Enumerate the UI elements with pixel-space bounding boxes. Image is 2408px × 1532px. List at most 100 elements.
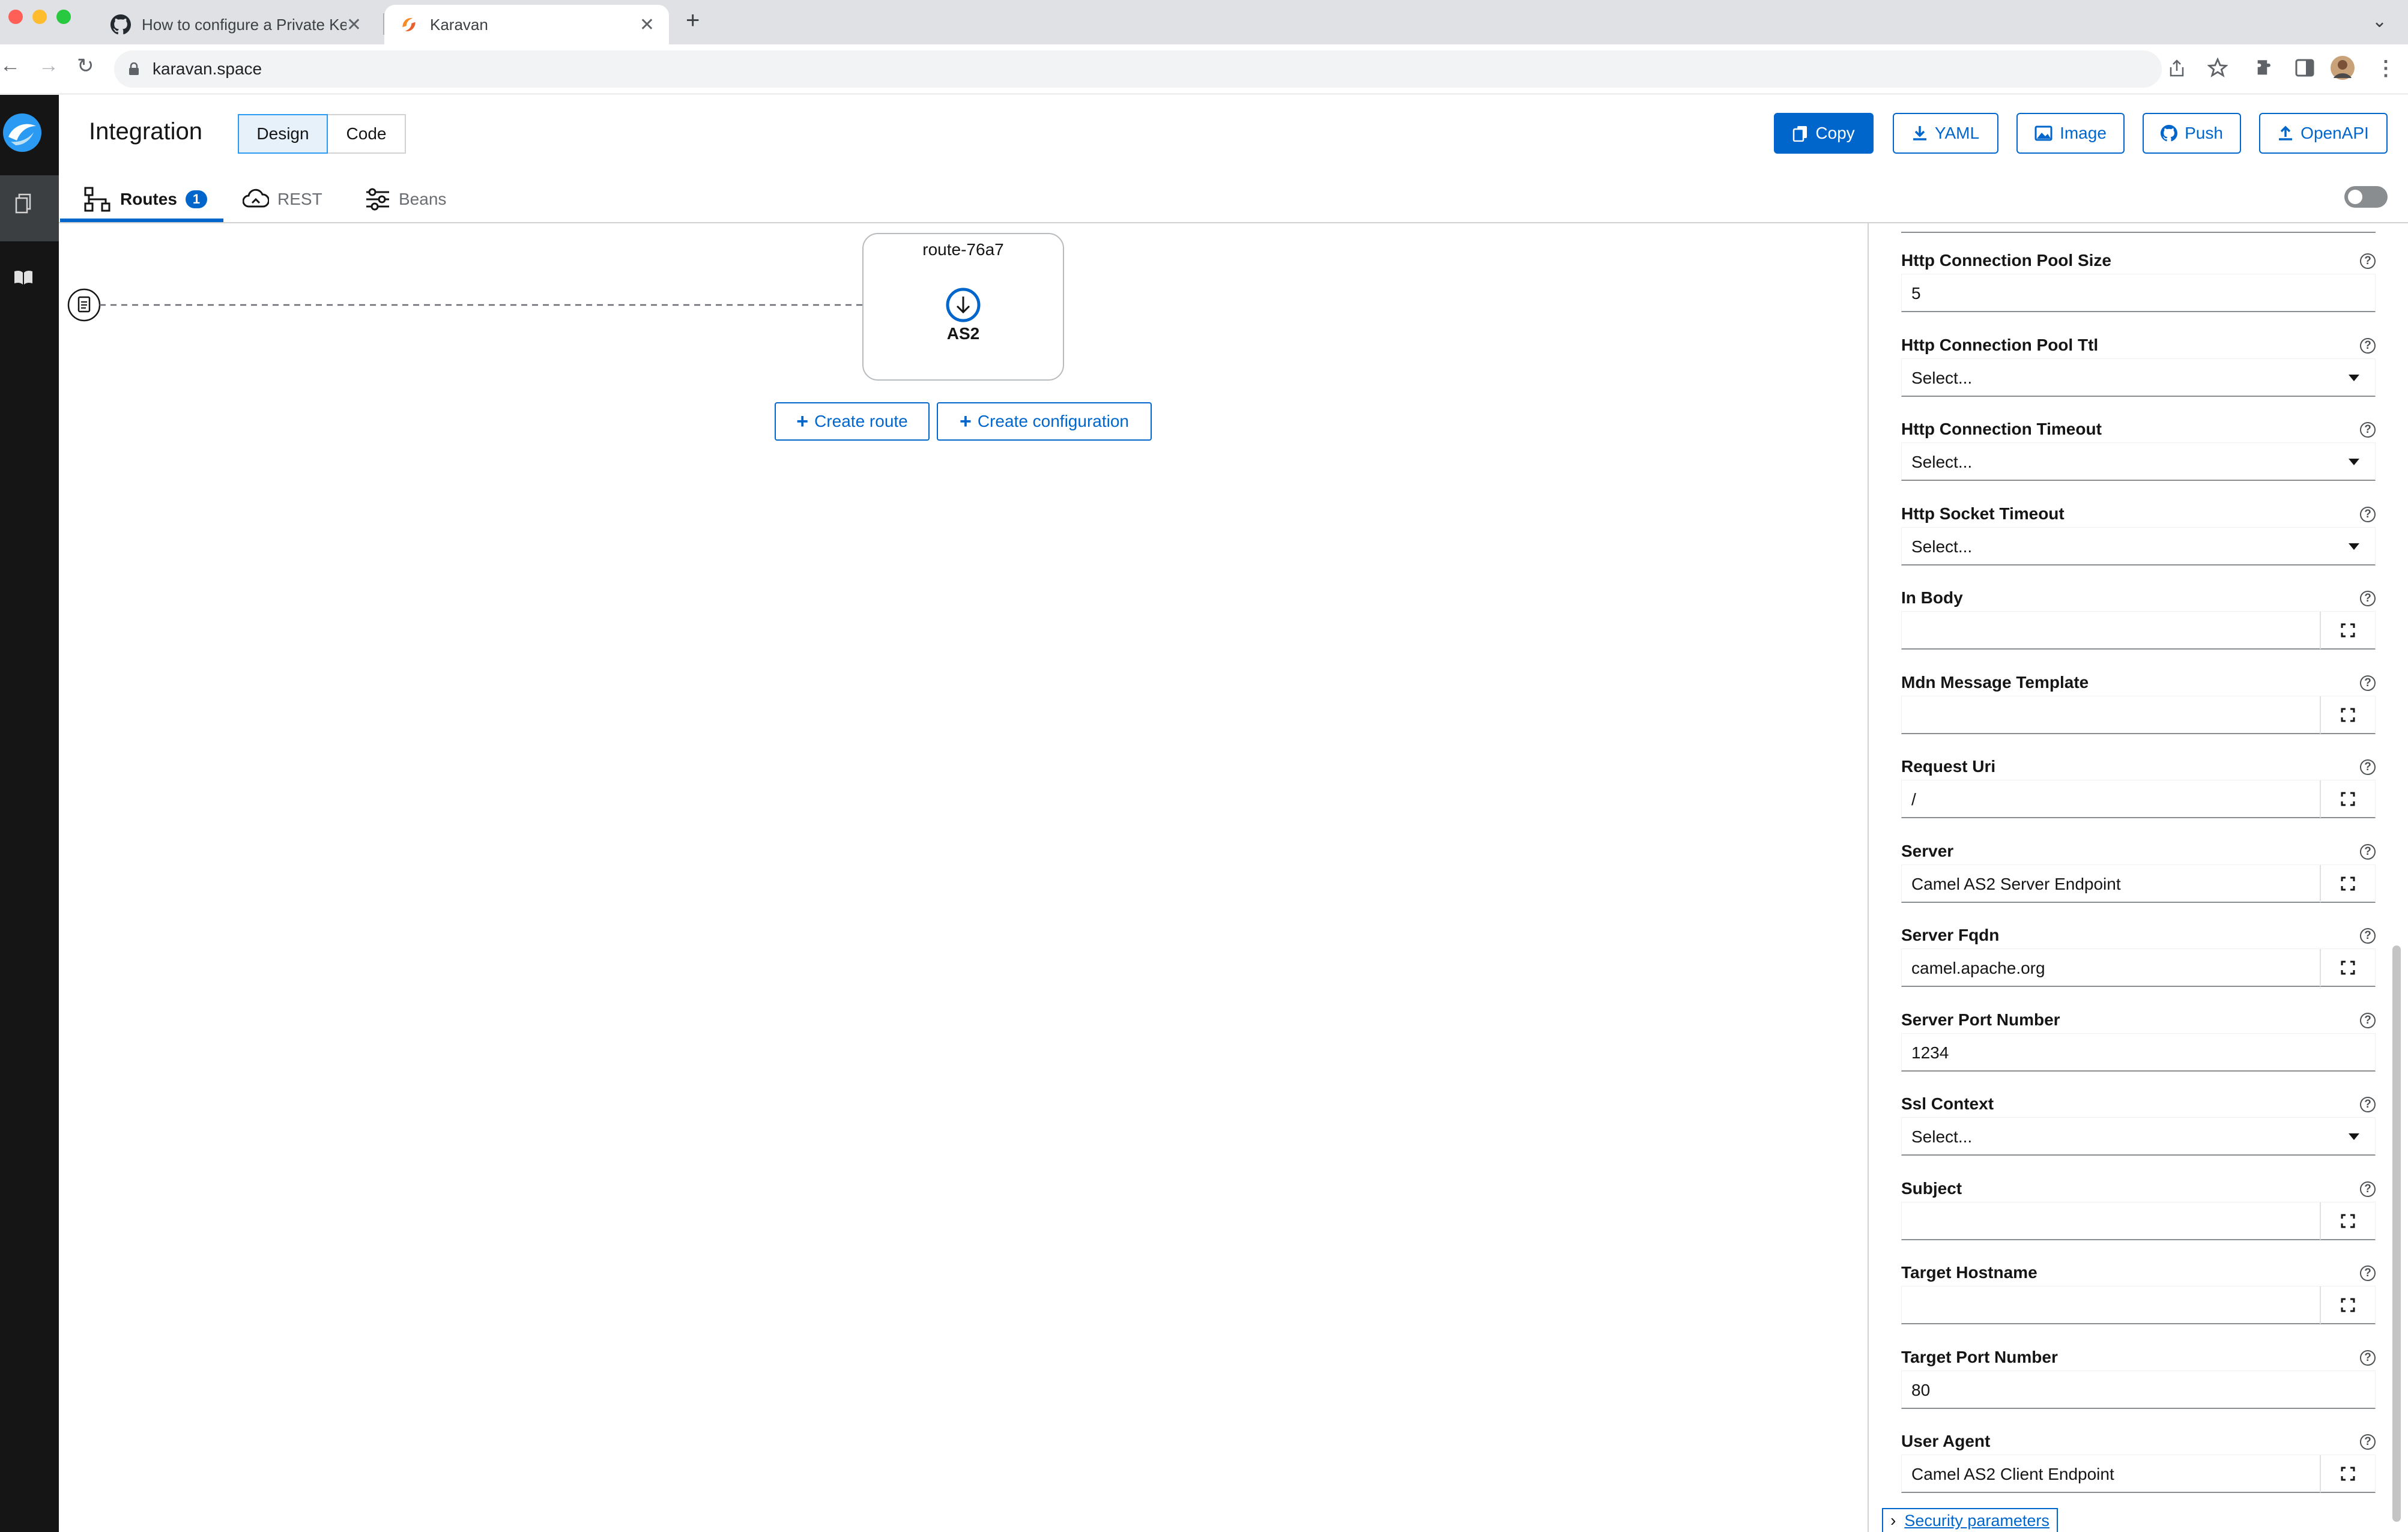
tab-routes[interactable]: Routes 1 <box>84 184 208 215</box>
browser-menu-icon[interactable]: ⋮ <box>2376 56 2396 80</box>
expand-editor-button[interactable] <box>2320 696 2375 734</box>
property-input-target-port-number[interactable]: 80 <box>1901 1371 2376 1409</box>
properties-scrollbar[interactable] <box>2392 945 2401 1522</box>
property-value: 5 <box>1911 284 1921 303</box>
property-select-http-connection-pool-ttl[interactable]: Select... <box>1901 358 2376 397</box>
routes-icon <box>84 187 110 212</box>
expand-editor-button[interactable] <box>2320 1455 2375 1492</box>
expand-icon <box>2341 1298 2355 1312</box>
property-label: Http Connection Pool Size <box>1901 251 2111 270</box>
help-icon[interactable]: ? <box>2360 928 2376 944</box>
property-value: Select... <box>1911 1127 1973 1146</box>
create-route-button[interactable]: + Create route <box>775 402 930 441</box>
help-icon[interactable]: ? <box>2360 1265 2376 1281</box>
openapi-upload-button[interactable]: OpenAPI <box>2259 113 2388 154</box>
files-icon <box>15 193 31 214</box>
push-button[interactable]: Push <box>2143 113 2241 154</box>
property-input-server-port-number[interactable]: 1234 <box>1901 1033 2376 1072</box>
maximize-window-button[interactable] <box>56 10 71 24</box>
theme-toggle-switch[interactable] <box>2344 186 2388 208</box>
design-mode-button[interactable]: Design <box>238 114 328 154</box>
help-icon[interactable]: ? <box>2360 759 2376 775</box>
close-tab-icon[interactable]: ✕ <box>640 14 655 35</box>
property-input-target-hostname[interactable] <box>1901 1286 2376 1324</box>
step-label: AS2 <box>946 324 980 343</box>
property-row-server-fqdn: Server Fqdn? camel.apache.org <box>1901 926 2376 988</box>
expand-editor-button[interactable] <box>2320 612 2375 649</box>
close-tab-icon[interactable]: ✕ <box>346 14 362 35</box>
security-parameters-toggle[interactable]: › Security parameters <box>1882 1508 2058 1532</box>
expand-editor-button[interactable] <box>2320 780 2375 818</box>
share-icon[interactable] <box>2168 59 2186 78</box>
property-label: Server <box>1901 842 1954 860</box>
create-route-label: Create route <box>814 412 908 430</box>
property-input-http-connection-pool-size[interactable]: 5 <box>1901 274 2376 312</box>
property-input-mdn-message-template[interactable] <box>1901 696 2376 734</box>
property-row-http-connection-pool-ttl: Http Connection Pool Ttl? Select... <box>1901 336 2376 398</box>
help-icon[interactable]: ? <box>2360 507 2376 522</box>
property-select-ssl-context[interactable]: Select... <box>1901 1117 2376 1156</box>
browser-tab-github[interactable]: How to configure a Private Key ✕ <box>96 5 376 44</box>
help-icon[interactable]: ? <box>2360 1350 2376 1366</box>
tab-title: How to configure a Private Key <box>142 15 346 34</box>
help-icon[interactable]: ? <box>2360 422 2376 438</box>
help-icon[interactable]: ? <box>2360 338 2376 354</box>
help-icon[interactable]: ? <box>2360 1181 2376 1197</box>
reload-icon[interactable]: ↻ <box>77 54 94 78</box>
bookmark-star-icon[interactable] <box>2207 58 2228 78</box>
route-name: route-76a7 <box>922 240 1004 259</box>
property-select-http-connection-timeout[interactable]: Select... <box>1901 442 2376 481</box>
close-window-button[interactable] <box>8 10 23 24</box>
browser-tab-karavan[interactable]: Karavan ✕ <box>384 5 669 44</box>
property-input-server-fqdn[interactable]: camel.apache.org <box>1901 948 2376 987</box>
code-mode-button[interactable]: Code <box>328 114 406 154</box>
property-row-request-uri: Request Uri? / <box>1901 757 2376 819</box>
help-icon[interactable]: ? <box>2360 591 2376 606</box>
property-select-http-socket-timeout[interactable]: Select... <box>1901 527 2376 565</box>
yaml-download-button[interactable]: YAML <box>1893 113 1998 154</box>
tab-beans-label: Beans <box>399 190 447 208</box>
property-row-http-connection-pool-size: Http Connection Pool Size? 5 <box>1901 251 2376 313</box>
property-input-server[interactable]: Camel AS2 Server Endpoint <box>1901 864 2376 903</box>
caret-down-icon <box>2349 1133 2359 1140</box>
expand-editor-button[interactable] <box>2320 1286 2375 1324</box>
help-icon[interactable]: ? <box>2360 1013 2376 1028</box>
property-input-subject[interactable] <box>1901 1202 2376 1240</box>
property-input-in-body[interactable] <box>1901 611 2376 650</box>
help-icon[interactable]: ? <box>2360 675 2376 691</box>
tab-rest-label: REST <box>277 190 322 208</box>
extensions-icon[interactable] <box>2254 58 2275 78</box>
property-input-request-uri[interactable]: / <box>1901 780 2376 818</box>
expand-icon <box>2341 623 2355 638</box>
property-row-ssl-context: Ssl Context? Select... <box>1901 1094 2376 1157</box>
image-download-button[interactable]: Image <box>2016 113 2125 154</box>
expand-editor-button[interactable] <box>2320 1202 2375 1240</box>
caret-down-icon <box>2349 459 2359 465</box>
address-bar[interactable]: karavan.space <box>114 50 2162 88</box>
help-icon[interactable]: ? <box>2360 1434 2376 1450</box>
property-label: Server Port Number <box>1901 1010 2060 1029</box>
back-icon[interactable]: ← <box>0 54 20 77</box>
book-icon[interactable] <box>13 269 34 286</box>
help-icon[interactable]: ? <box>2360 1097 2376 1112</box>
tab-beans[interactable]: Beans <box>365 184 446 215</box>
minimize-window-button[interactable] <box>32 10 47 24</box>
property-input-user-agent[interactable]: Camel AS2 Client Endpoint <box>1901 1455 2376 1493</box>
previous-field-input[interactable] <box>1901 227 2376 233</box>
expand-editor-button[interactable] <box>2320 949 2375 986</box>
tab-rest[interactable]: REST <box>243 184 322 215</box>
mode-toggle-group: Design Code <box>238 114 406 154</box>
forward-icon[interactable]: → <box>38 54 59 77</box>
help-icon[interactable]: ? <box>2360 844 2376 860</box>
new-tab-button[interactable]: + <box>686 7 700 34</box>
expand-editor-button[interactable] <box>2320 865 2375 902</box>
create-configuration-button[interactable]: + Create configuration <box>937 402 1152 441</box>
copy-button[interactable]: Copy <box>1774 113 1874 154</box>
tab-search-chevron-icon[interactable]: ⌄ <box>2372 11 2387 32</box>
profile-avatar[interactable] <box>2330 55 2355 80</box>
tab-title: Karavan <box>430 15 488 34</box>
help-icon[interactable]: ? <box>2360 253 2376 269</box>
as2-consumer-step-icon[interactable] <box>946 288 981 322</box>
side-panel-icon[interactable] <box>2295 59 2314 77</box>
property-label: Ssl Context <box>1901 1094 1994 1113</box>
